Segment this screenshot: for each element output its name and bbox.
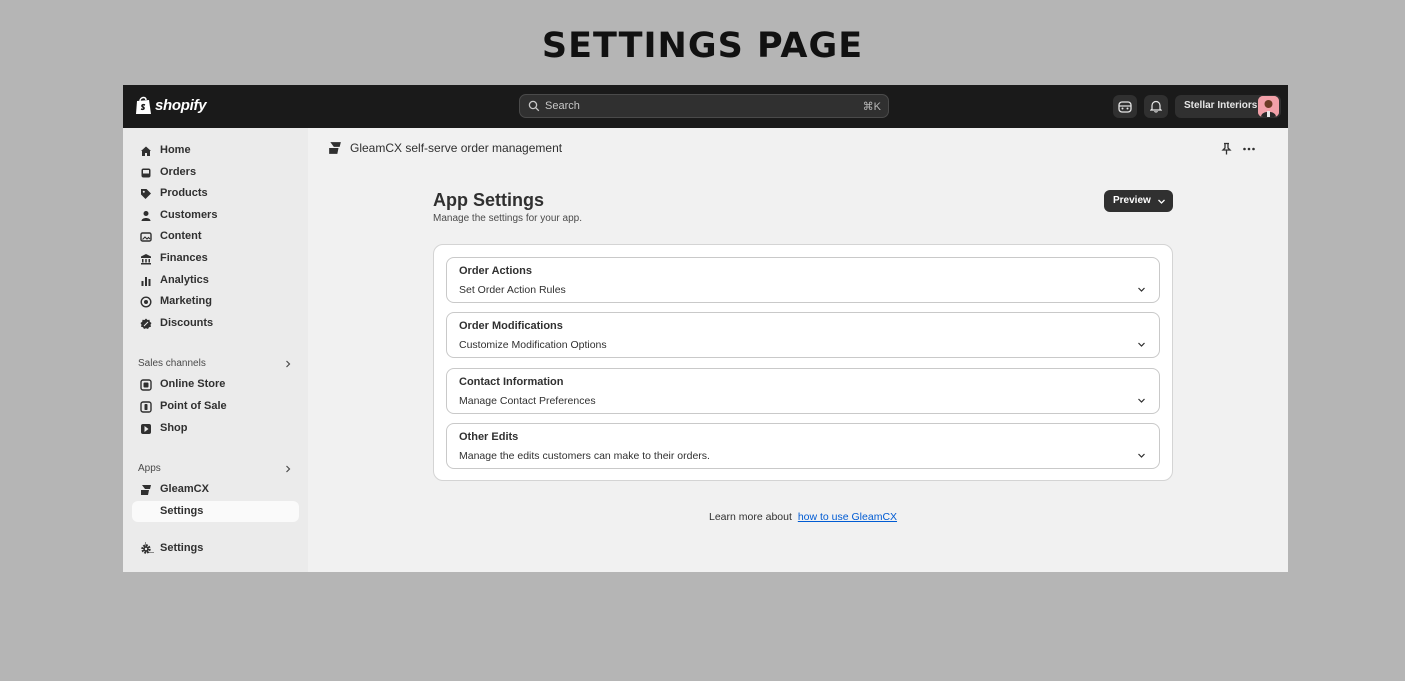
notifications-button[interactable] bbox=[1144, 95, 1168, 118]
search-input[interactable]: Search ⌘K bbox=[519, 94, 889, 118]
sidebar-item-shop[interactable]: Shop bbox=[132, 418, 299, 439]
sidebar-item-customers[interactable]: Customers bbox=[132, 205, 299, 226]
bar-chart-icon bbox=[141, 277, 151, 286]
sidebar-item-analytics[interactable]: Analytics bbox=[132, 270, 299, 291]
sidebar-item-label: Settings bbox=[160, 542, 204, 554]
sidebar-item-label: Settings bbox=[160, 505, 204, 517]
discount-icon bbox=[140, 318, 152, 329]
pos-icon bbox=[140, 401, 152, 413]
brand-name: shopify bbox=[155, 97, 207, 114]
chevron-down-icon bbox=[1138, 398, 1145, 403]
accordion-order-modifications[interactable]: Order Modifications Customize Modificati… bbox=[446, 312, 1160, 358]
shop-icon bbox=[141, 424, 151, 434]
gleamcx-icon bbox=[329, 142, 341, 154]
accordion-contact-information[interactable]: Contact Information Manage Contact Prefe… bbox=[446, 368, 1160, 414]
learn-more-link[interactable]: how to use GleamCX bbox=[798, 511, 897, 523]
sidebar-item-label: Content bbox=[160, 230, 202, 242]
sidebar-item-orders[interactable]: Orders bbox=[132, 162, 299, 183]
main-content: GleamCX self-serve order management App … bbox=[308, 128, 1288, 572]
sidebar-item-marketing[interactable]: Marketing bbox=[132, 291, 299, 312]
chevron-down-icon bbox=[1138, 287, 1145, 292]
sidebar-item-label: Products bbox=[160, 187, 208, 199]
store-name: Stellar Interiors bbox=[1184, 100, 1258, 111]
sidebar-item-discounts[interactable]: Discounts bbox=[132, 313, 299, 334]
inbox-icon bbox=[141, 168, 151, 178]
tag-icon bbox=[141, 189, 151, 199]
preview-label: Preview bbox=[1113, 195, 1151, 206]
sidebar-item-label: Marketing bbox=[160, 295, 212, 307]
search-icon bbox=[528, 100, 540, 112]
chevron-right-icon[interactable] bbox=[284, 360, 292, 368]
sidebar-item-gleamcx[interactable]: GleamCX bbox=[132, 479, 299, 500]
chevron-down-icon bbox=[1138, 453, 1145, 458]
accordion-title: Order Modifications bbox=[459, 320, 563, 332]
sidebar-item-label: Home bbox=[160, 144, 191, 156]
sidebar-item-label: Finances bbox=[160, 252, 208, 264]
settings-card: Order Actions Set Order Action Rules Ord… bbox=[433, 244, 1173, 481]
page-subtitle: Manage the settings for your app. bbox=[433, 213, 582, 224]
sidebar-item-label: Shop bbox=[160, 422, 188, 434]
search-shortcut: ⌘K bbox=[862, 101, 881, 113]
admin-window: shopify Search ⌘K Stellar Interiors Home… bbox=[123, 85, 1288, 572]
sidebar-item-app-settings[interactable]: Settings bbox=[132, 501, 299, 522]
bank-icon bbox=[141, 254, 151, 265]
sidebar-item-point-of-sale[interactable]: Point of Sale bbox=[132, 396, 299, 417]
accordion-order-actions[interactable]: Order Actions Set Order Action Rules bbox=[446, 257, 1160, 303]
store-menu-button[interactable]: Stellar Interiors bbox=[1175, 95, 1281, 118]
sidebar-item-label: Orders bbox=[160, 166, 197, 178]
content-icon bbox=[140, 232, 152, 242]
sales-channels-heading: Sales channels bbox=[138, 358, 206, 369]
sidebar-item-label: Point of Sale bbox=[160, 400, 227, 412]
sidebar-item-finances[interactable]: Finances bbox=[132, 248, 299, 269]
bell-icon bbox=[1150, 100, 1162, 113]
sidekick-icon bbox=[1118, 101, 1132, 113]
person-icon bbox=[141, 211, 151, 221]
home-icon bbox=[141, 146, 151, 156]
accordion-subtitle: Manage Contact Preferences bbox=[459, 395, 596, 407]
app-title: GleamCX self-serve order management bbox=[350, 141, 563, 155]
shopify-bag-icon bbox=[136, 96, 151, 114]
accordion-title: Other Edits bbox=[459, 431, 519, 443]
chevron-right-icon[interactable] bbox=[284, 465, 292, 473]
sidebar-item-label: Customers bbox=[160, 209, 218, 221]
sidebar-item-label: GleamCX bbox=[160, 483, 209, 495]
target-icon bbox=[140, 296, 152, 308]
app-header: GleamCX self-serve order management bbox=[328, 141, 562, 155]
preview-button[interactable]: Preview bbox=[1104, 190, 1173, 212]
learn-more-prefix: Learn more about bbox=[709, 511, 792, 523]
accordion-subtitle: Manage the edits customers can make to t… bbox=[459, 450, 710, 462]
accordion-title: Order Actions bbox=[459, 265, 532, 277]
accordion-title: Contact Information bbox=[459, 376, 564, 388]
chevron-down-icon bbox=[1158, 199, 1165, 204]
banner-title: SETTINGS PAGE bbox=[541, 26, 864, 66]
sidebar-item-online-store[interactable]: Online Store bbox=[132, 374, 299, 395]
pin-icon[interactable] bbox=[1220, 142, 1233, 156]
accordion-other-edits[interactable]: Other Edits Manage the edits customers c… bbox=[446, 423, 1160, 469]
accordion-subtitle: Customize Modification Options bbox=[459, 339, 607, 351]
sidebar-item-products[interactable]: Products bbox=[132, 183, 299, 204]
store-icon bbox=[140, 379, 152, 391]
shopify-logo[interactable]: shopify bbox=[135, 96, 207, 115]
chevron-down-icon bbox=[1138, 342, 1145, 347]
sidebar-item-label: Online Store bbox=[160, 378, 226, 390]
more-options-icon[interactable] bbox=[1242, 142, 1256, 156]
accordion-subtitle: Set Order Action Rules bbox=[459, 284, 566, 296]
avatar bbox=[1258, 96, 1279, 117]
sidebar-item-home[interactable]: Home bbox=[132, 140, 299, 161]
sidekick-button[interactable] bbox=[1113, 95, 1137, 118]
learn-more-text: Learn more about how to use GleamCX bbox=[709, 511, 897, 523]
top-bar: shopify Search ⌘K Stellar Interiors bbox=[123, 85, 1288, 128]
apps-heading: Apps bbox=[138, 463, 161, 474]
sidebar-item-content[interactable]: Content bbox=[132, 226, 299, 247]
gleamcx-icon bbox=[141, 485, 151, 495]
sidebar-item-label: Analytics bbox=[160, 274, 209, 286]
sidebar-item-label: Discounts bbox=[160, 317, 214, 329]
sidebar-item-settings[interactable]: Settings bbox=[132, 538, 299, 559]
gear-icon bbox=[141, 544, 151, 554]
search-placeholder: Search bbox=[545, 100, 580, 112]
sidebar: Home Orders Products Customers Content F… bbox=[123, 128, 308, 572]
page-title: App Settings bbox=[433, 190, 544, 210]
